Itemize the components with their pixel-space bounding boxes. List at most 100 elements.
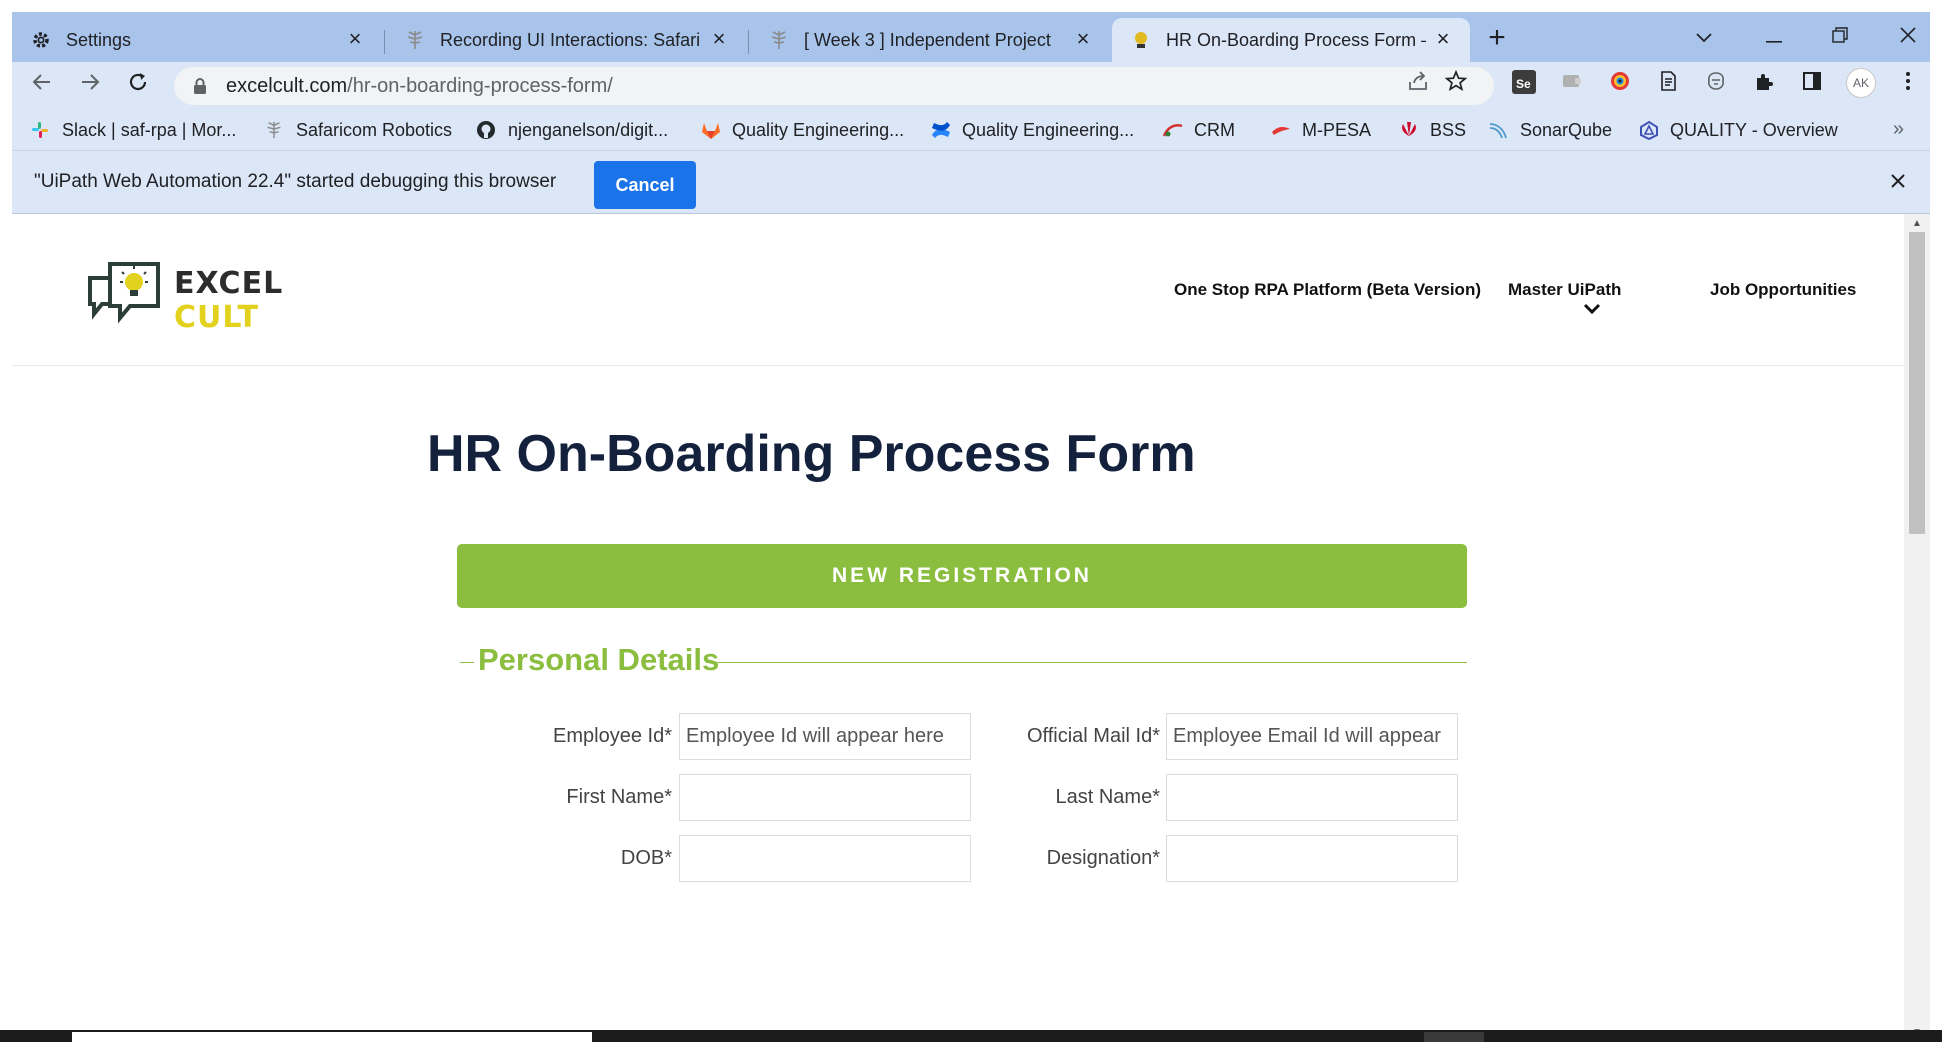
nav-one-stop-rpa[interactable]: One Stop RPA Platform (Beta Version) [1174, 280, 1481, 300]
brain-extension-icon[interactable] [1704, 70, 1728, 94]
logo-text-cult: CULT [174, 300, 259, 335]
official-mail-id-input[interactable] [1166, 713, 1458, 760]
tree-icon [404, 29, 426, 51]
gitlab-icon [700, 120, 720, 140]
bookmarks-overflow-button[interactable]: » [1893, 118, 1904, 141]
crm-icon [1162, 120, 1183, 140]
minimize-icon[interactable] [1754, 20, 1794, 54]
tab-separator [384, 30, 385, 54]
share-icon[interactable] [1406, 70, 1430, 94]
tree-icon [264, 120, 284, 140]
tab-hr-onboarding[interactable]: HR On-Boarding Process Form – × [1112, 18, 1470, 62]
nav-job-opportunities[interactable]: Job Opportunities [1710, 280, 1856, 300]
bookmark-label: Quality Engineering... [962, 119, 1135, 140]
bookmark-github[interactable]: njenganelson/digit... [476, 116, 668, 144]
forward-button[interactable] [74, 70, 106, 102]
infobar-close-icon[interactable] [1890, 169, 1906, 195]
tree-icon [768, 29, 790, 51]
bookmark-bss[interactable]: BSS [1398, 116, 1466, 144]
section-personal-details: Personal Details [460, 642, 1467, 682]
extension-gray-icon[interactable] [1560, 70, 1584, 94]
address-bar[interactable]: excelcult.com/hr-on-boarding-process-for… [174, 67, 1494, 105]
confluence-icon [930, 120, 950, 140]
last-name-label: Last Name* [1055, 786, 1161, 808]
infobar-message: "UiPath Web Automation 22.4" started deb… [34, 171, 557, 192]
first-name-input[interactable] [679, 774, 971, 821]
mpesa-icon [1270, 120, 1290, 140]
last-name-input[interactable] [1166, 774, 1458, 821]
new-registration-button[interactable]: NEW REGISTRATION [457, 544, 1467, 608]
tab-label: Recording UI Interactions: Safaric [440, 29, 700, 50]
tab-separator [748, 30, 749, 54]
avatar[interactable]: AK [1846, 68, 1876, 98]
arrow-right-icon [82, 74, 100, 90]
arrow-left-icon [32, 74, 50, 90]
close-icon[interactable]: × [1072, 28, 1094, 50]
page-viewport: EXCEL CULT One Stop RPA Platform (Beta V… [12, 214, 1904, 1042]
cancel-button[interactable]: Cancel [594, 161, 696, 209]
designation-label: Designation* [1046, 847, 1160, 869]
employee-id-label: Employee Id* [553, 725, 672, 747]
page-title: HR On-Boarding Process Form [427, 425, 1196, 483]
window-close-icon[interactable] [1888, 20, 1928, 54]
gear-icon [30, 29, 52, 51]
taskbar [0, 1030, 1942, 1042]
restore-icon[interactable] [1820, 20, 1860, 54]
section-title: Personal Details [478, 642, 720, 677]
github-icon [476, 120, 496, 140]
bookmark-label: njenganelson/digit... [508, 119, 669, 140]
dob-label: DOB* [620, 847, 672, 869]
puzzle-icon[interactable] [1752, 70, 1776, 94]
reload-button[interactable] [122, 70, 154, 102]
selenium-extension-icon[interactable]: Se [1512, 70, 1536, 94]
side-panel-icon[interactable] [1800, 70, 1824, 94]
lock-icon [194, 78, 206, 94]
scrollbar-thumb[interactable] [1909, 232, 1925, 534]
bookmark-safaricom-robotics[interactable]: Safaricom Robotics [264, 116, 452, 144]
bookmark-label: BSS [1430, 119, 1467, 140]
close-icon[interactable]: × [344, 28, 366, 50]
bookmark-sonarqube[interactable]: SonarQube [1488, 116, 1612, 144]
employee-id-input[interactable] [679, 713, 971, 760]
bookmark-label: SonarQube [1520, 119, 1613, 140]
close-icon[interactable]: × [708, 28, 730, 50]
designation-input[interactable] [1166, 835, 1458, 882]
tab-strip: Settings × Recording UI Interactions: Sa… [12, 12, 1930, 62]
tab-label: Settings [66, 29, 132, 50]
bookmark-mpesa[interactable]: M-PESA [1270, 116, 1371, 144]
close-icon[interactable]: × [1432, 28, 1454, 50]
taskbar-item[interactable] [72, 1032, 592, 1042]
back-button[interactable] [26, 70, 58, 102]
url-host: excelcult.com [226, 74, 348, 97]
bookmark-quality-overview[interactable]: QUALITY - Overview [1638, 116, 1838, 144]
kebab-menu-icon[interactable] [1896, 70, 1920, 94]
browser-toolbar: excelcult.com/hr-on-boarding-process-for… [12, 62, 1930, 110]
tab-week3-project[interactable]: [ Week 3 ] Independent Project × [750, 18, 1110, 62]
document-extension-icon[interactable] [1656, 70, 1680, 94]
bookmark-label: Quality Engineering... [732, 119, 905, 140]
sonarqube-icon [1488, 120, 1508, 140]
bookmark-label: Slack | saf-rpa | Mor... [62, 119, 237, 140]
dob-input[interactable] [679, 835, 971, 882]
bookmark-slack[interactable]: Slack | saf-rpa | Mor... [30, 116, 236, 144]
star-icon[interactable] [1444, 69, 1468, 94]
excelcult-logo[interactable]: EXCEL CULT [86, 260, 296, 342]
tab-recording-ui[interactable]: Recording UI Interactions: Safaric × [386, 18, 746, 62]
bookmark-crm[interactable]: CRM [1162, 116, 1235, 144]
nav-master-uipath[interactable]: Master UiPath [1508, 280, 1621, 300]
new-tab-button[interactable]: + [1482, 23, 1512, 54]
url-path: /hr-on-boarding-process-form/ [347, 74, 613, 97]
tab-search-icon[interactable] [1684, 20, 1724, 54]
bookmarks-bar: Slack | saf-rpa | Mor... Safaricom Robot… [12, 110, 1930, 150]
scroll-up-icon[interactable]: ▲ [1912, 218, 1922, 229]
debugging-infobar: "UiPath Web Automation 22.4" started deb… [12, 150, 1930, 214]
bookmark-gitlab[interactable]: Quality Engineering... [700, 116, 904, 144]
divider [460, 662, 474, 663]
chevron-down-icon[interactable] [1582, 302, 1602, 316]
color-picker-extension-icon[interactable] [1608, 70, 1632, 94]
taskbar-item[interactable] [1424, 1032, 1484, 1042]
page-scrollbar[interactable]: ▲ ▼ [1904, 214, 1930, 1042]
tab-settings[interactable]: Settings × [12, 18, 382, 62]
bookmark-confluence[interactable]: Quality Engineering... [930, 116, 1134, 144]
tab-label: [ Week 3 ] Independent Project [804, 29, 1051, 50]
